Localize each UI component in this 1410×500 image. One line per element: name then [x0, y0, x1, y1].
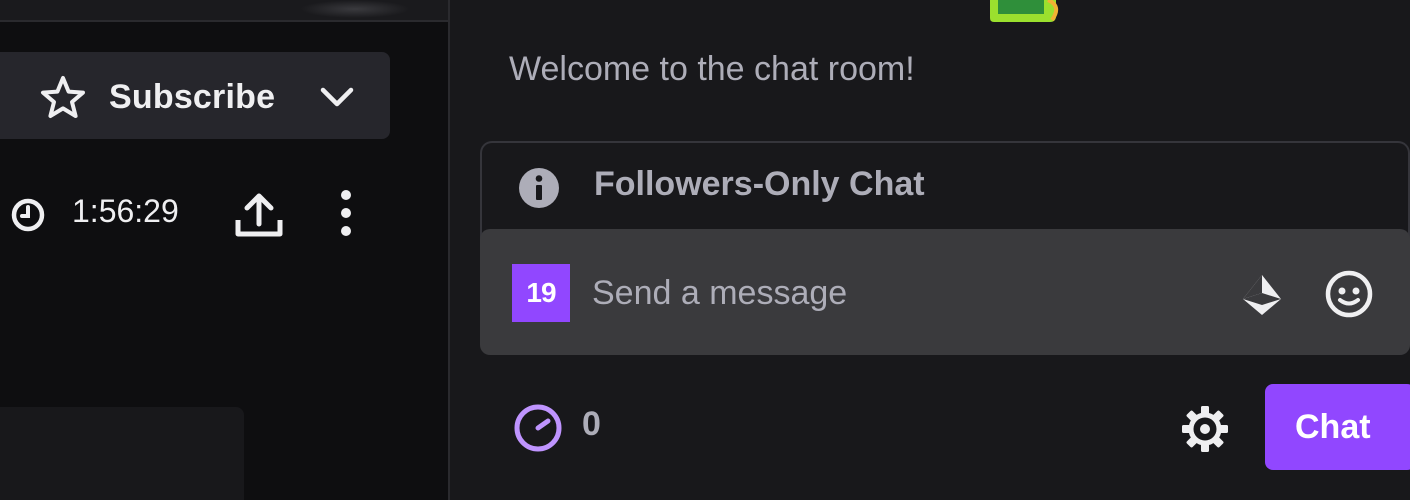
chat-message-input[interactable] — [592, 267, 1192, 319]
followers-only-label: Followers-Only Chat — [594, 165, 925, 203]
more-vertical-icon[interactable] — [336, 188, 356, 238]
emote-icon[interactable] — [1324, 269, 1374, 319]
chat-input-group: Followers-Only Chat 19 — [480, 141, 1410, 355]
info-icon — [519, 168, 559, 208]
star-icon — [41, 76, 85, 118]
stream-page: Subscribe 1:56:29 Welcome to the chat ro… — [0, 0, 1410, 500]
clock-icon — [11, 198, 45, 232]
chat-emote-image — [990, 0, 1059, 22]
user-badge[interactable]: 19 — [512, 264, 570, 322]
stream-info-card — [0, 407, 244, 500]
message-input-box[interactable]: 19 — [480, 229, 1410, 355]
subscribe-label: Subscribe — [109, 78, 276, 116]
subscribe-button[interactable]: Subscribe — [0, 52, 390, 139]
video-info-panel: Subscribe 1:56:29 — [0, 0, 448, 500]
stream-uptime: 1:56:29 — [72, 193, 179, 229]
video-player-edge — [0, 0, 448, 22]
chat-panel: Welcome to the chat room! Followers-Only… — [450, 0, 1410, 500]
chevron-down-icon[interactable] — [318, 82, 356, 112]
share-icon[interactable] — [233, 190, 285, 238]
welcome-message: Welcome to the chat room! — [509, 50, 915, 88]
channel-points-count: 0 — [582, 405, 601, 443]
gear-icon[interactable] — [1180, 404, 1230, 454]
chat-send-button[interactable]: Chat — [1265, 384, 1410, 470]
channel-points-icon[interactable] — [512, 402, 564, 454]
bits-icon[interactable] — [1238, 271, 1286, 319]
